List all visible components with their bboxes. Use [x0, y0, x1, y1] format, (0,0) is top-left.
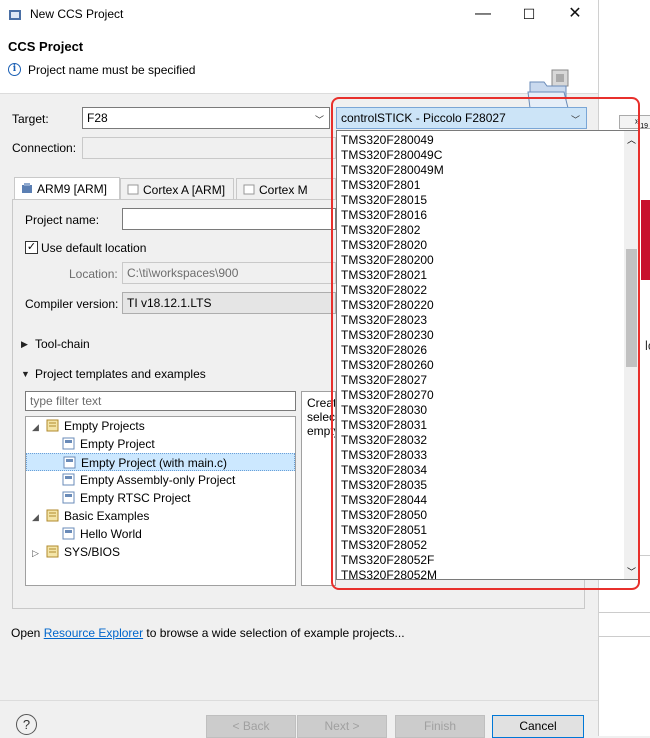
tab-arm9[interactable]: ARM9 [ARM] — [14, 177, 120, 199]
close-button[interactable]: ✕ — [552, 0, 598, 30]
tree-item-label: Empty Projects — [64, 419, 145, 433]
use-default-location-label: Use default location — [41, 241, 147, 255]
chip-icon — [22, 183, 32, 193]
templates-section[interactable]: Project templates and examples — [35, 367, 206, 381]
validation-message: Project name must be specified — [28, 63, 196, 77]
tree-item-label: Empty Project (with main.c) — [81, 456, 228, 470]
target-label: Target: — [12, 112, 49, 126]
project-icon — [63, 456, 81, 470]
chevron-down-icon: ﹀ — [314, 115, 324, 125]
background-logo-fragment — [641, 200, 650, 280]
tree-item-label: Hello World — [80, 527, 142, 541]
dialog-header: CCS Project i Project name must be speci… — [0, 30, 598, 109]
maximize-button[interactable]: ☐ — [506, 0, 552, 30]
templates-tree[interactable]: ◢ Empty Projects Empty Project Empty Projec… — [25, 416, 296, 586]
tab-cortex-a[interactable]: Cortex A [ARM] — [120, 178, 234, 200]
tree-folder[interactable]: ▷ SYS/BIOS — [26, 543, 295, 561]
help-icon[interactable]: ? — [16, 714, 37, 735]
tab-blank-icon — [127, 184, 139, 195]
tab-blank-icon — [243, 184, 255, 195]
tab-cortex-m[interactable]: Cortex M [ARM — [236, 178, 336, 211]
window-title: New CCS Project — [30, 7, 124, 21]
background-text-fragment: lc — [645, 338, 650, 353]
resource-explorer-hint: Open Resource Explorer to browse a wide … — [11, 626, 405, 640]
expand-arrow-icon[interactable]: ▷ — [32, 544, 46, 562]
next-button[interactable]: Next > — [297, 715, 387, 738]
collapse-arrow-icon[interactable]: ◢ — [32, 418, 46, 436]
toolchain-section[interactable]: Tool-chain — [35, 337, 90, 351]
cancel-button[interactable]: Cancel — [492, 715, 584, 738]
connection-label: Connection: — [12, 141, 77, 155]
tree-item-label: Basic Examples — [64, 509, 150, 523]
page-title: CCS Project — [8, 39, 84, 54]
tree-item[interactable]: Empty Assembly-only Project — [26, 471, 295, 489]
tab-label: ARM9 [ARM] — [37, 182, 108, 196]
resource-explorer-rest: to browse a wide selection of example pr… — [146, 626, 405, 640]
highlight-annotation — [331, 97, 640, 590]
finish-button[interactable]: Finish — [395, 715, 485, 738]
description-line: Create — [307, 396, 335, 410]
project-icon — [62, 437, 80, 451]
connection-combo[interactable] — [82, 137, 336, 159]
use-default-location-checkbox[interactable]: ✓ — [25, 241, 38, 254]
description-line: empty — [307, 424, 335, 438]
compiler-version-select[interactable]: TI v18.12.1.LTS — [122, 292, 336, 314]
project-name-input[interactable] — [122, 208, 336, 230]
app-icon — [9, 10, 21, 20]
tree-item[interactable]: Empty Project (with main.c) — [26, 453, 295, 471]
tree-item[interactable]: Empty RTSC Project — [26, 489, 295, 507]
info-icon: i — [8, 63, 21, 76]
location-input[interactable]: C:\ti\workspaces\900 — [122, 262, 336, 284]
tree-item[interactable]: Hello World — [26, 525, 295, 543]
open-text: Open — [11, 626, 41, 640]
project-icon — [62, 491, 80, 505]
folder-icon — [46, 509, 64, 523]
folder-icon — [46, 545, 64, 559]
project-icon — [62, 527, 80, 541]
target-filter-combo[interactable]: F28 ﹀ — [82, 107, 330, 129]
target-filter-value: F28 — [87, 111, 108, 125]
collapse-arrow-icon[interactable]: ▼ — [21, 369, 30, 379]
compiler-version-label: Compiler version: — [25, 297, 119, 311]
tree-item[interactable]: Empty Project — [26, 435, 295, 453]
collapse-arrow-icon[interactable]: ◢ — [32, 508, 46, 526]
project-icon — [62, 473, 80, 487]
project-name-label: Project name: — [25, 213, 100, 227]
tree-item-label: Empty Assembly-only Project — [80, 473, 236, 487]
template-filter-input[interactable]: type filter text — [25, 391, 296, 411]
title-bar: New CCS Project — ☐ ✕ — [0, 0, 598, 30]
minimize-button[interactable]: — — [460, 0, 506, 30]
location-label: Location: — [69, 267, 118, 281]
expand-arrow-icon[interactable]: ▶ — [21, 339, 28, 350]
back-button[interactable]: < Back — [206, 715, 296, 738]
template-filter-placeholder: type filter text — [30, 394, 102, 408]
tree-item-label: Empty Project — [80, 437, 155, 451]
description-line: select — [307, 410, 336, 424]
tree-item-label: Empty RTSC Project — [80, 491, 191, 505]
tree-item-label: SYS/BIOS — [64, 545, 121, 559]
tree-folder[interactable]: ◢ Empty Projects — [26, 417, 295, 435]
resource-explorer-link[interactable]: Resource Explorer — [44, 626, 143, 640]
tree-folder[interactable]: ◢ Basic Examples — [26, 507, 295, 525]
folder-icon — [46, 419, 64, 433]
tab-label: Cortex A [ARM] — [143, 183, 226, 197]
